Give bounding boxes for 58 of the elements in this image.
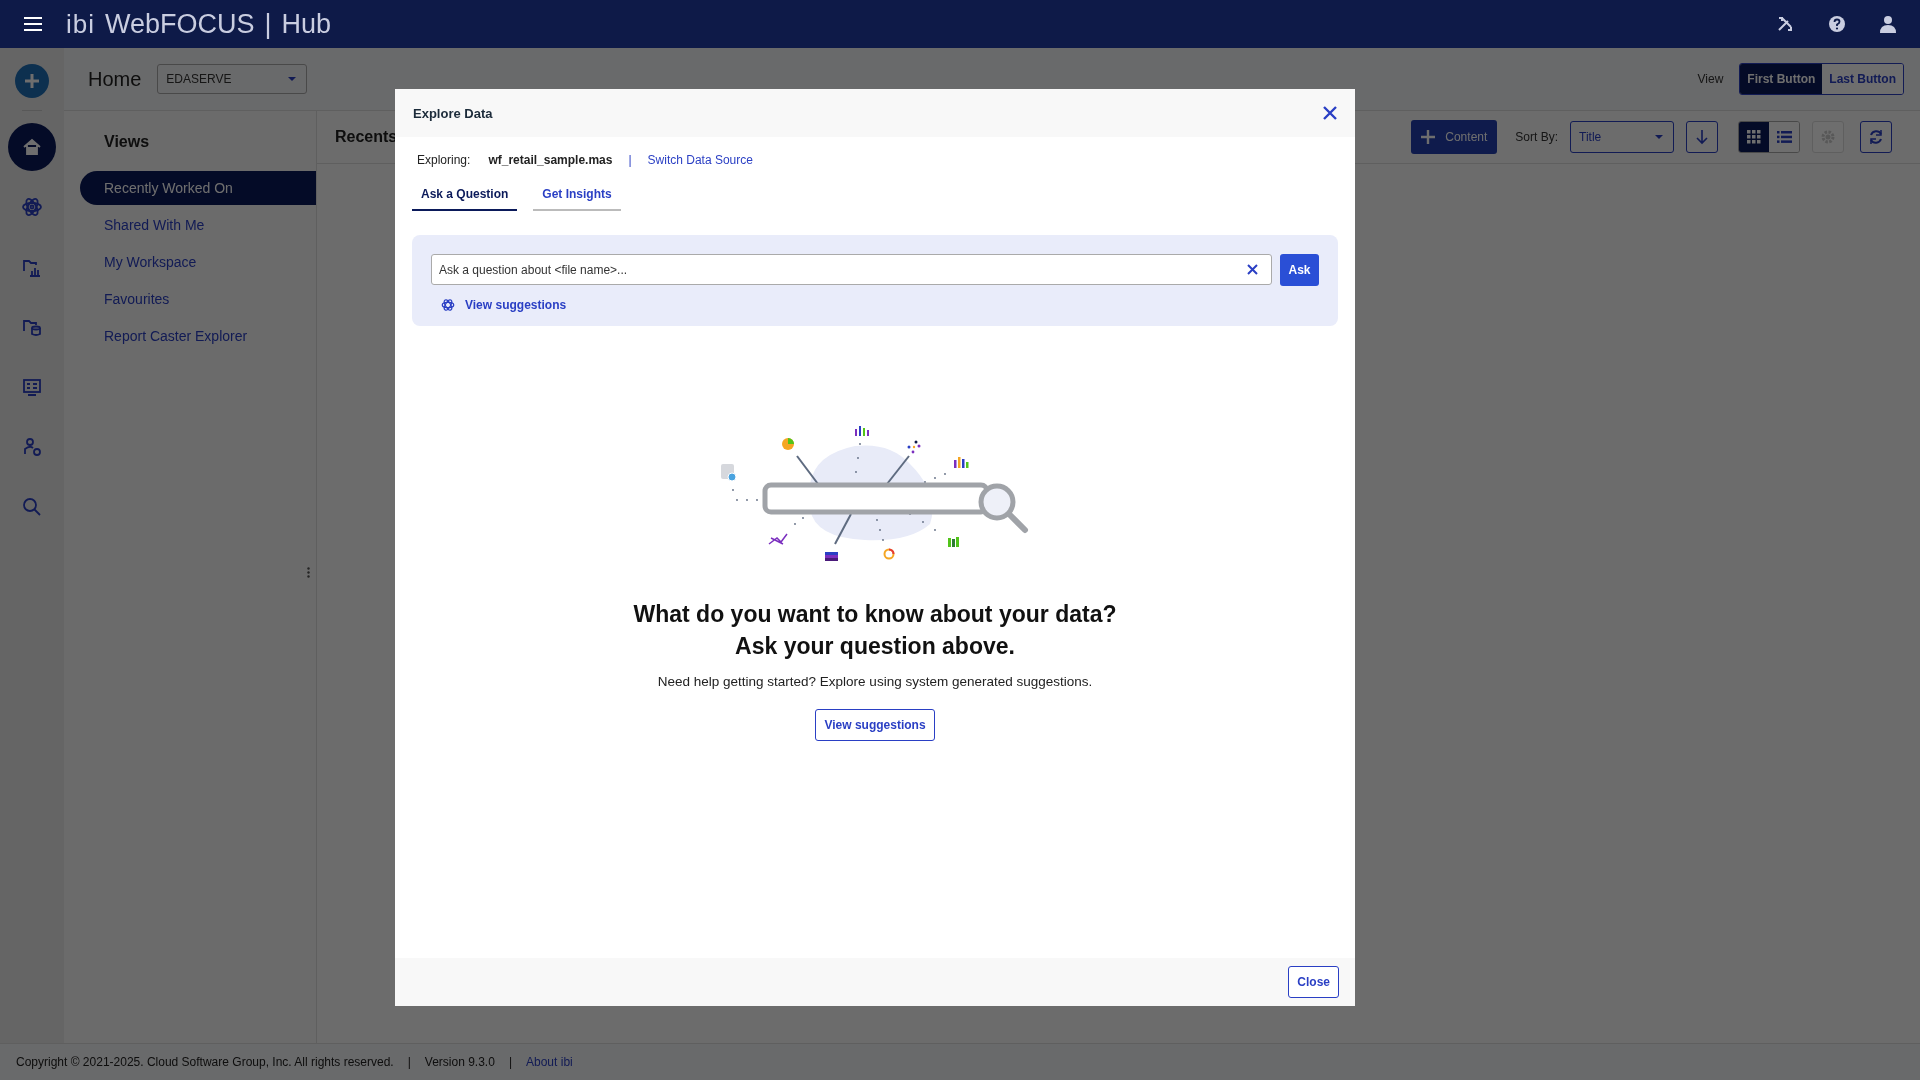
grid-view-button[interactable] xyxy=(1739,122,1769,152)
switch-data-source-link[interactable]: Switch Data Source xyxy=(647,153,753,167)
question-field[interactable]: Ask a question about <file name>... xyxy=(431,254,1272,285)
refresh-icon xyxy=(1868,129,1884,145)
sort-label: Sort By: xyxy=(1515,130,1558,144)
version-text: Version 9.3.0 xyxy=(424,1055,495,1069)
refresh-button[interactable] xyxy=(1860,121,1892,153)
copyright-text: Copyright © 2021-2025. Cloud Software Group, Inc. All rights reserved. xyxy=(16,1055,394,1069)
view-suggestions-button[interactable]: View suggestions xyxy=(815,709,935,741)
dialog-title: Explore Data xyxy=(413,105,493,121)
footer-separator: | xyxy=(508,1055,512,1069)
about-link[interactable]: About ibi xyxy=(526,1055,573,1069)
view-toggle-button[interactable]: Last Button xyxy=(1822,64,1903,94)
app-name: Hub xyxy=(281,8,332,40)
arrow-down-icon xyxy=(1695,129,1709,145)
tab[interactable]: Ask a Question xyxy=(412,187,518,211)
tab[interactable]: Get Insights xyxy=(533,187,621,211)
view-label: View xyxy=(1697,72,1724,86)
empty-state-heading: Ask your question above. xyxy=(735,632,1015,661)
empty-state-text: Need help getting started? Explore using system generated suggestions. xyxy=(657,674,1093,689)
footer-separator: | xyxy=(407,1055,411,1069)
ask-button[interactable]: Ask xyxy=(1280,254,1319,286)
tools-icon[interactable] xyxy=(1776,15,1794,33)
add-button[interactable] xyxy=(15,64,49,98)
home-icon[interactable] xyxy=(8,123,56,171)
atom-icon xyxy=(441,298,455,312)
views-heading: Views xyxy=(104,133,151,151)
product-name: WebFOCUS xyxy=(105,8,255,40)
logo-text: ibi xyxy=(66,8,95,40)
sort-direction-button[interactable] xyxy=(1686,121,1718,153)
data-source-name: wf_retail_sample.mas xyxy=(488,153,613,167)
drag-handle-icon[interactable] xyxy=(307,567,310,578)
view-toggle-button[interactable]: First Button xyxy=(1740,64,1823,94)
plus-icon xyxy=(1421,130,1436,144)
views-item[interactable]: Shared With Me xyxy=(80,208,316,242)
user-icon[interactable] xyxy=(1880,15,1896,33)
close-icon[interactable] xyxy=(1323,106,1337,120)
views-item[interactable]: Recently Worked On xyxy=(80,171,316,205)
menu-icon[interactable] xyxy=(24,17,42,31)
clear-icon[interactable] xyxy=(1247,264,1258,275)
server-select[interactable]: EDASERVE xyxy=(157,64,308,94)
help-icon[interactable] xyxy=(1828,15,1846,33)
page-title: Home xyxy=(88,67,142,91)
list-icon xyxy=(1776,131,1792,143)
empty-state-heading: What do you want to know about your data? xyxy=(633,600,1117,629)
grid-icon xyxy=(1747,130,1761,144)
views-item[interactable]: Favourites xyxy=(80,282,316,316)
exploring-label: Exploring: xyxy=(417,153,471,167)
recents-heading: Recents xyxy=(335,128,398,146)
title-separator: | xyxy=(264,8,272,40)
view-suggestions-link[interactable]: View suggestions xyxy=(465,298,567,312)
add-content-button[interactable]: Content xyxy=(1411,120,1498,154)
close-button[interactable]: Close xyxy=(1288,966,1339,998)
separator: | xyxy=(628,153,632,167)
views-item[interactable]: Report Caster Explorer xyxy=(80,319,316,353)
plus-icon xyxy=(23,72,41,90)
sort-select[interactable]: Title xyxy=(1570,121,1674,153)
views-item[interactable]: My Workspace xyxy=(80,245,316,279)
